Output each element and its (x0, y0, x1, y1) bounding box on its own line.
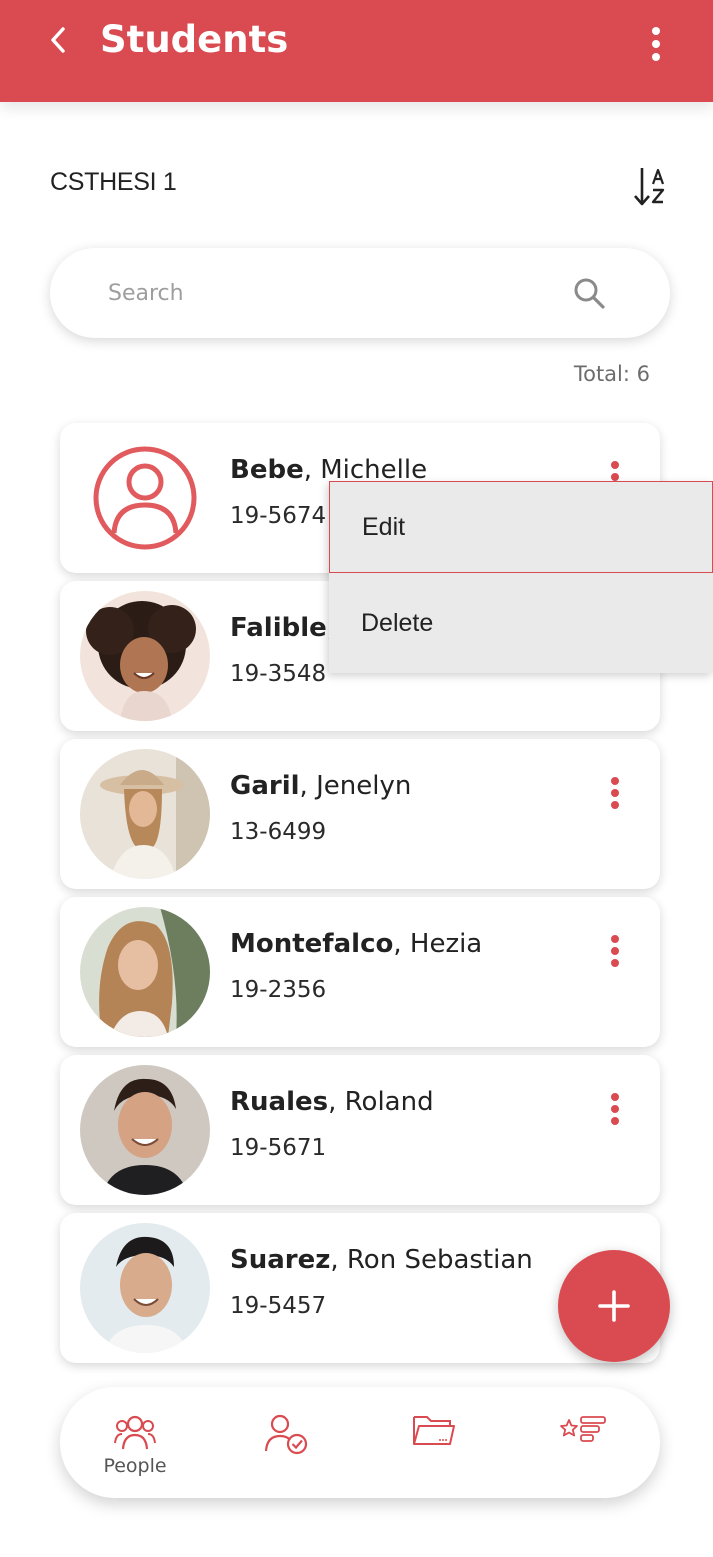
student-photo (80, 907, 210, 1037)
student-last-name: Falible (230, 613, 327, 643)
person-check-icon (264, 1414, 308, 1455)
student-last-name: Bebe (230, 455, 304, 485)
student-last-name: Montefalco (230, 929, 394, 959)
student-last-name: Garil (230, 771, 300, 801)
student-id: 13-6499 (230, 819, 327, 845)
student-photo (80, 591, 210, 721)
nav-item-rankings[interactable] (523, 1387, 643, 1498)
student-id: 19-5671 (230, 1135, 327, 1161)
nav-label-people: People (103, 1455, 167, 1477)
more-vert-icon (611, 935, 619, 967)
student-photo (80, 1065, 210, 1195)
student-name: Falible, (230, 613, 335, 643)
student-menu-button[interactable] (600, 933, 630, 969)
student-first-name: Jenelyn (316, 771, 412, 801)
menu-item-edit[interactable]: Edit (329, 481, 713, 573)
student-photo (80, 1223, 210, 1353)
nav-item-people[interactable]: People (75, 1387, 195, 1498)
student-id: 19-5457 (230, 1293, 327, 1319)
nav-item-files[interactable] (374, 1387, 494, 1498)
people-icon (114, 1415, 156, 1450)
bottom-nav: People (60, 1387, 660, 1498)
student-name: Montefalco, Hezia (230, 929, 483, 959)
folder-icon (413, 1416, 455, 1445)
context-menu: Edit Delete (329, 481, 713, 673)
student-id: 19-5674 (230, 503, 327, 529)
more-vert-icon (611, 1093, 619, 1125)
student-menu-button[interactable] (600, 1091, 630, 1127)
menu-item-delete[interactable]: Delete (329, 577, 713, 669)
default-avatar (80, 433, 210, 563)
photo-placeholder (80, 1065, 210, 1195)
photo-placeholder (80, 591, 210, 721)
student-first-name: Hezia (409, 929, 483, 959)
student-first-name: Roland (344, 1087, 434, 1117)
student-card[interactable]: Ruales, Roland 19-5671 (60, 1055, 660, 1205)
photo-placeholder (80, 1223, 210, 1353)
star-list-icon (560, 1416, 606, 1442)
student-card[interactable]: Montefalco, Hezia 19-2356 (60, 897, 660, 1047)
photo-placeholder (80, 749, 210, 879)
student-name: Garil, Jenelyn (230, 771, 412, 801)
default-person-icon (93, 446, 197, 550)
student-id: 19-3548 (230, 661, 327, 687)
student-id: 19-2356 (230, 977, 327, 1003)
student-first-name: Ron Sebastian (346, 1245, 533, 1275)
student-name: Ruales, Roland (230, 1087, 434, 1117)
student-last-name: Suarez (230, 1245, 331, 1275)
student-name: Suarez, Ron Sebastian (230, 1245, 533, 1275)
student-card[interactable]: Garil, Jenelyn 13-6499 (60, 739, 660, 889)
student-photo (80, 749, 210, 879)
student-menu-button[interactable] (600, 775, 630, 811)
student-last-name: Ruales (230, 1087, 329, 1117)
add-student-button[interactable] (558, 1250, 670, 1362)
more-vert-icon (611, 777, 619, 809)
plus-icon (598, 1290, 630, 1322)
nav-item-attendance[interactable] (226, 1387, 346, 1498)
photo-placeholder (80, 907, 210, 1037)
